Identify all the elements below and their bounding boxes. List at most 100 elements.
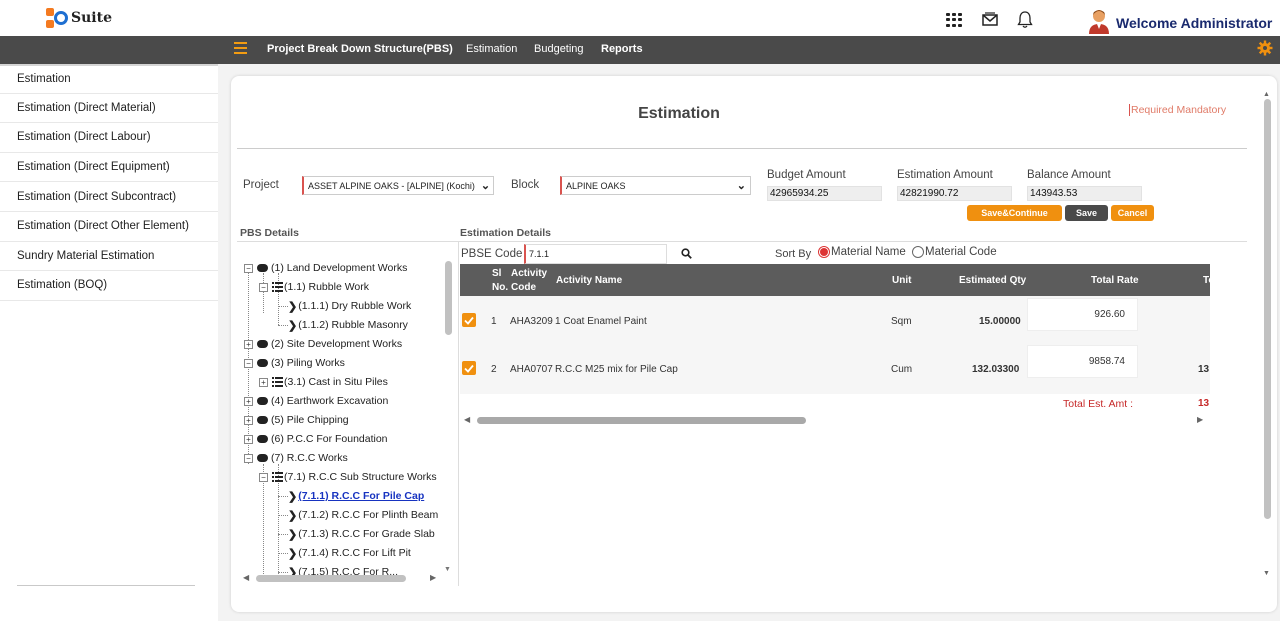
save-button[interactable]: Save bbox=[1065, 205, 1108, 221]
scroll-right-icon[interactable]: ▶ bbox=[1197, 415, 1203, 424]
menu-hamburger-icon[interactable] bbox=[234, 42, 247, 54]
sidebar-item-direct-equipment[interactable]: Estimation (Direct Equipment) bbox=[0, 153, 218, 183]
block-label: Block bbox=[511, 179, 540, 191]
tree-node[interactable]: − (3) Piling Works bbox=[244, 354, 345, 372]
row-checkbox[interactable] bbox=[462, 313, 476, 327]
table-horizontal-scrollbar[interactable]: ◀ ▶ bbox=[460, 415, 1210, 425]
expand-icon[interactable]: + bbox=[244, 415, 253, 425]
scroll-left-icon[interactable]: ◀ bbox=[243, 573, 249, 582]
project-select[interactable]: ASSET ALPINE OAKS - [ALPINE] (Kochi) ⌄ bbox=[302, 176, 494, 195]
tree-node[interactable]: − (1) Land Development Works bbox=[244, 259, 407, 277]
tree-node[interactable]: + (5) Pile Chipping bbox=[244, 411, 349, 429]
collapse-icon[interactable]: − bbox=[244, 358, 253, 368]
tree-node[interactable]: − (1.1) Rubble Work bbox=[259, 278, 369, 296]
tree-node[interactable]: ❯ (1.1.1) Dry Rubble Work bbox=[288, 297, 411, 315]
col-unit[interactable]: Unit bbox=[892, 275, 911, 286]
scroll-right-icon[interactable]: ▶ bbox=[430, 573, 436, 582]
nav-budgeting[interactable]: Budgeting bbox=[534, 43, 584, 55]
tree-node[interactable]: − (7.1) R.C.C Sub Structure Works bbox=[259, 468, 437, 486]
nav-pbs[interactable]: Project Break Down Structure(PBS) bbox=[267, 43, 453, 55]
collapse-icon[interactable]: − bbox=[244, 453, 253, 463]
rate-input[interactable]: 9858.74 bbox=[1027, 345, 1138, 378]
col-activity-name[interactable]: Activity Name bbox=[556, 275, 622, 286]
tree-node[interactable]: ❯ (7.1.2) R.C.C For Plinth Beam bbox=[288, 506, 438, 524]
project-label: Project bbox=[243, 179, 279, 191]
divider bbox=[237, 148, 1247, 149]
budget-amount-field: 42965934.25 bbox=[767, 186, 882, 201]
divider bbox=[237, 241, 1247, 242]
app-logo[interactable]: Suite bbox=[44, 6, 112, 30]
nav-reports[interactable]: Reports bbox=[601, 43, 643, 55]
settings-gear-icon[interactable] bbox=[1257, 40, 1273, 59]
block-select[interactable]: ALPINE OAKS ⌄ bbox=[560, 176, 751, 195]
pbse-code-input[interactable]: 7.1.1 bbox=[524, 244, 667, 264]
rate-input[interactable]: 926.60 bbox=[1027, 298, 1138, 331]
sidebar-item-estimation[interactable]: Estimation bbox=[0, 64, 218, 94]
expand-icon[interactable]: + bbox=[259, 377, 268, 387]
scroll-thumb[interactable] bbox=[1264, 99, 1271, 519]
scroll-thumb[interactable] bbox=[445, 261, 452, 335]
chevron-right-icon: ❯ bbox=[288, 547, 298, 560]
scroll-up-icon[interactable]: ▲ bbox=[1263, 91, 1270, 98]
scroll-left-icon[interactable]: ◀ bbox=[464, 415, 470, 424]
sort-material-code-radio[interactable]: Material Code bbox=[912, 246, 997, 258]
main-navbar: Project Break Down Structure(PBS) Estima… bbox=[0, 36, 1280, 64]
folder-icon bbox=[257, 264, 268, 272]
block-select-value: ALPINE OAKS bbox=[566, 180, 626, 191]
user-avatar-icon[interactable] bbox=[1088, 8, 1110, 34]
collapse-icon[interactable]: − bbox=[244, 263, 253, 273]
save-continue-button[interactable]: Save&Continue bbox=[967, 205, 1062, 221]
expand-icon[interactable]: + bbox=[244, 396, 253, 406]
tree-node-selected[interactable]: ❯ (7.1.1) R.C.C For Pile Cap bbox=[288, 487, 424, 505]
folder-icon bbox=[257, 359, 268, 367]
bell-icon[interactable] bbox=[1017, 10, 1033, 32]
search-icon[interactable] bbox=[681, 248, 692, 262]
sidebar-item-direct-material[interactable]: Estimation (Direct Material) bbox=[0, 94, 218, 124]
cancel-button[interactable]: Cancel bbox=[1111, 205, 1154, 221]
collapse-icon[interactable]: − bbox=[259, 472, 268, 482]
sidebar-item-direct-subcontract[interactable]: Estimation (Direct Subcontract) bbox=[0, 182, 218, 212]
tree-vertical-scrollbar[interactable]: ▼ bbox=[444, 257, 453, 573]
tree-horizontal-scrollbar[interactable]: ◀ ▶ bbox=[240, 573, 440, 583]
list-icon bbox=[272, 377, 283, 387]
tree-node[interactable]: + (6) P.C.C For Foundation bbox=[244, 430, 388, 448]
required-mandatory-note: Required Mandatory bbox=[1129, 104, 1227, 116]
collapse-icon[interactable]: − bbox=[259, 282, 268, 292]
balance-amount-label: Balance Amount bbox=[1027, 169, 1111, 181]
pbs-details-title: PBS Details bbox=[240, 227, 299, 239]
logo-text: Suite bbox=[71, 10, 112, 26]
nav-estimation[interactable]: Estimation bbox=[466, 43, 517, 55]
scroll-down-icon[interactable]: ▼ bbox=[444, 566, 451, 573]
scroll-thumb[interactable] bbox=[477, 417, 806, 424]
expand-icon[interactable]: + bbox=[244, 339, 253, 349]
col-total-rate[interactable]: Total Rate bbox=[1091, 275, 1139, 286]
welcome-text: Welcome Administrator bbox=[1116, 15, 1273, 31]
row-checkbox[interactable] bbox=[462, 361, 476, 375]
scroll-thumb[interactable] bbox=[256, 575, 406, 582]
table-header: Sl No. Activity Code Activity Name Unit … bbox=[460, 264, 1214, 296]
folder-icon bbox=[257, 435, 268, 443]
apps-grid-icon[interactable] bbox=[946, 13, 962, 27]
tree-node[interactable]: + (4) Earthwork Excavation bbox=[244, 392, 388, 410]
chevron-right-icon: ❯ bbox=[288, 490, 298, 503]
sidebar-item-sundry-material[interactable]: Sundry Material Estimation bbox=[0, 242, 218, 272]
expand-icon[interactable]: + bbox=[244, 434, 253, 444]
page-title: Estimation bbox=[638, 105, 720, 122]
tree-node[interactable]: − (7) R.C.C Works bbox=[244, 449, 348, 467]
sort-material-name-radio[interactable]: Material Name bbox=[818, 246, 906, 258]
col-estimated-qty[interactable]: Estimated Qty bbox=[959, 275, 1026, 286]
panel-divider bbox=[458, 242, 459, 586]
tree-node[interactable]: ❯ (7.1.3) R.C.C For Grade Slab bbox=[288, 525, 435, 543]
sidebar-item-direct-labour[interactable]: Estimation (Direct Labour) bbox=[0, 123, 218, 153]
scroll-down-icon[interactable]: ▼ bbox=[1263, 570, 1270, 577]
sidebar-item-direct-other-element[interactable]: Estimation (Direct Other Element) bbox=[0, 212, 218, 242]
mail-icon[interactable] bbox=[982, 12, 998, 29]
tree-node[interactable]: + (2) Site Development Works bbox=[244, 335, 402, 353]
page-vertical-scrollbar[interactable]: ▲ ▼ bbox=[1262, 91, 1274, 582]
tree-node[interactable]: ❯ (1.1.2) Rubble Masonry bbox=[288, 316, 408, 334]
table-row: 1 AHA3209 1 Coat Enamel Paint Sqm 15.000… bbox=[460, 296, 1210, 344]
sidebar-item-boq[interactable]: Estimation (BOQ) bbox=[0, 271, 218, 301]
tree-node[interactable]: + (3.1) Cast in Situ Piles bbox=[259, 373, 388, 391]
tree-node[interactable]: ❯ (7.1.4) R.C.C For Lift Pit bbox=[288, 544, 411, 562]
balance-amount-field: 143943.53 bbox=[1027, 186, 1142, 201]
